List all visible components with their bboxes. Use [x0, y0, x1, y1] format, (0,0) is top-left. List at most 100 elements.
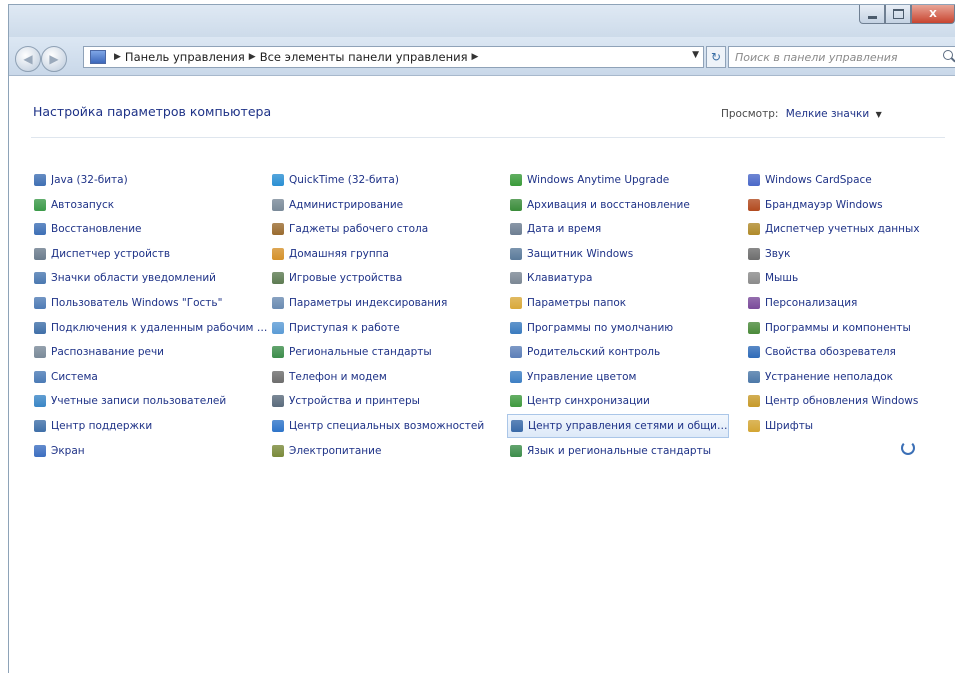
upgrade-icon	[510, 174, 522, 186]
fonts-icon	[748, 419, 760, 432]
firewall-icon	[748, 198, 760, 211]
window-controls: X	[859, 5, 955, 24]
sync-icon	[510, 395, 522, 408]
control-panel-item-label: Значки области уведомлений	[51, 272, 216, 285]
control-panel-item-label: Распознавание речи	[51, 346, 164, 359]
control-panel-item[interactable]: Параметры папок	[507, 291, 745, 315]
breadcrumb-separator-icon[interactable]: ▶	[249, 52, 256, 62]
defender-icon	[510, 247, 522, 260]
view-by-dropdown[interactable]: Мелкие значки	[786, 108, 869, 120]
control-panel-item-label: Программы и компоненты	[765, 321, 911, 334]
control-panel-item[interactable]: Пользователь Windows "Гость"	[31, 291, 269, 315]
search-icon[interactable]	[943, 50, 953, 60]
forward-button[interactable]: ▶	[41, 46, 67, 72]
control-panel-item[interactable]: Игровые устройства	[269, 266, 507, 290]
close-button[interactable]: X	[911, 5, 955, 24]
refresh-icon: ↻	[710, 50, 722, 64]
control-panel-item[interactable]: Управление цветом	[507, 365, 745, 389]
control-panel-item-label: Родительский контроль	[527, 346, 661, 359]
control-panel-item[interactable]: Язык и региональные стандарты	[507, 439, 745, 463]
control-panel-item[interactable]: Java (32-бита)	[31, 168, 269, 192]
control-panel-item[interactable]: Значки области уведомлений	[31, 266, 269, 290]
control-panel-item-label: QuickTime (32-бита)	[289, 174, 399, 186]
control-panel-item[interactable]: Свойства обозревателя	[745, 340, 955, 364]
control-panel-item[interactable]: Учетные записи пользователей	[31, 389, 269, 413]
control-panel-item-label: Программы по умолчанию	[527, 321, 674, 334]
control-panel-item[interactable]: Диспетчер устройств	[31, 242, 269, 266]
control-panel-item[interactable]: Центр управления сетями и общим доступом	[507, 413, 729, 438]
control-panel-item-label: Защитник Windows	[527, 247, 634, 260]
folder-options-icon	[510, 296, 522, 309]
default-programs-icon	[510, 321, 522, 334]
control-panel-item[interactable]: Центр поддержки	[31, 414, 269, 438]
control-panel-item[interactable]: Распознавание речи	[31, 340, 269, 364]
busy-cursor-icon	[901, 441, 915, 455]
control-panel-item[interactable]: Подключения к удаленным рабочим столам	[31, 316, 269, 340]
control-panel-item[interactable]: Клавиатура	[507, 266, 745, 290]
breadcrumb-control-panel[interactable]: Панель управления	[125, 50, 245, 64]
control-panel-item[interactable]: Параметры индексирования	[269, 291, 507, 315]
control-panel-item-label: Звук	[765, 247, 791, 260]
address-dropdown-icon[interactable]: ▼	[692, 50, 699, 60]
minimize-button[interactable]	[859, 5, 885, 24]
control-panel-item[interactable]: Центр обновления Windows	[745, 389, 955, 413]
gadgets-icon	[272, 223, 284, 236]
close-icon: X	[929, 8, 937, 20]
control-panel-item[interactable]: Брандмауэр Windows	[745, 193, 955, 217]
control-panel-item[interactable]: Электропитание	[269, 439, 507, 463]
power-icon	[272, 444, 284, 457]
search-placeholder: Поиск в панели управления	[735, 50, 898, 64]
control-panel-item[interactable]: Гаджеты рабочего стола	[269, 217, 507, 241]
address-bar[interactable]: ▶ Панель управления ▶ Все элементы панел…	[83, 46, 704, 68]
back-button[interactable]: ◀	[15, 46, 41, 72]
control-panel-item[interactable]: Windows Anytime Upgrade	[507, 168, 745, 192]
control-panel-item[interactable]: Центр синхронизации	[507, 389, 745, 413]
control-panel-item[interactable]: Звук	[745, 242, 955, 266]
control-panel-item[interactable]: Устранение неполадок	[745, 365, 955, 389]
breadcrumb-separator-icon[interactable]: ▶	[114, 52, 121, 62]
control-panel-item-label: Персонализация	[765, 296, 858, 309]
control-panel-item[interactable]: Приступая к работе	[269, 316, 507, 340]
search-input[interactable]: Поиск в панели управления	[728, 46, 955, 68]
control-panel-item[interactable]: Устройства и принтеры	[269, 389, 507, 413]
control-panel-item[interactable]: QuickTime (32-бита)	[269, 168, 507, 192]
control-panel-item[interactable]: Родительский контроль	[507, 340, 745, 364]
refresh-button[interactable]: ↻	[706, 46, 726, 68]
programs-icon	[748, 321, 760, 334]
control-panel-item-label: Центр управления сетями и общим доступом	[528, 419, 728, 432]
control-panel-item[interactable]: Домашняя группа	[269, 242, 507, 266]
control-panel-item[interactable]: Центр специальных возможностей	[269, 414, 507, 438]
control-panel-item[interactable]: Программы по умолчанию	[507, 316, 745, 340]
control-panel-item[interactable]: Персонализация	[745, 291, 955, 315]
mouse-icon	[748, 272, 760, 285]
control-panel-item[interactable]: Система	[31, 365, 269, 389]
control-panel-item-label: Параметры индексирования	[289, 296, 448, 309]
control-panel-item[interactable]: Архивация и восстановление	[507, 193, 745, 217]
content-area: Настройка параметров компьютера Просмотр…	[9, 76, 955, 673]
control-panel-item[interactable]: Дата и время	[507, 217, 745, 241]
notification-icon	[34, 272, 46, 285]
control-panel-item-label: Восстановление	[51, 223, 142, 236]
control-panel-item[interactable]: Восстановление	[31, 217, 269, 241]
credentials-icon	[748, 223, 760, 236]
control-panel-item[interactable]: Windows CardSpace	[745, 168, 955, 192]
control-panel-item-label: Система	[51, 370, 98, 383]
control-panel-item[interactable]: Экран	[31, 439, 269, 463]
control-panel-item[interactable]: Шрифты	[745, 414, 955, 438]
control-panel-item[interactable]: Программы и компоненты	[745, 316, 955, 340]
control-panel-item[interactable]: Мышь	[745, 266, 955, 290]
control-panel-item-label: Телефон и модем	[289, 370, 387, 383]
speech-icon	[34, 346, 46, 359]
control-panel-item[interactable]: Телефон и модем	[269, 365, 507, 389]
control-panel-item-label: Администрирование	[289, 198, 404, 211]
control-panel-item[interactable]: Диспетчер учетных данных	[745, 217, 955, 241]
control-panel-item-label: Дата и время	[527, 223, 602, 236]
control-panel-item[interactable]: Автозапуск	[31, 193, 269, 217]
breadcrumb-separator-icon[interactable]: ▶	[472, 52, 479, 62]
chevron-down-icon[interactable]: ▼	[876, 110, 882, 119]
control-panel-item[interactable]: Региональные стандарты	[269, 340, 507, 364]
maximize-button[interactable]	[885, 5, 911, 24]
control-panel-item[interactable]: Защитник Windows	[507, 242, 745, 266]
control-panel-item[interactable]: Администрирование	[269, 193, 507, 217]
breadcrumb-all-items[interactable]: Все элементы панели управления	[260, 50, 468, 64]
